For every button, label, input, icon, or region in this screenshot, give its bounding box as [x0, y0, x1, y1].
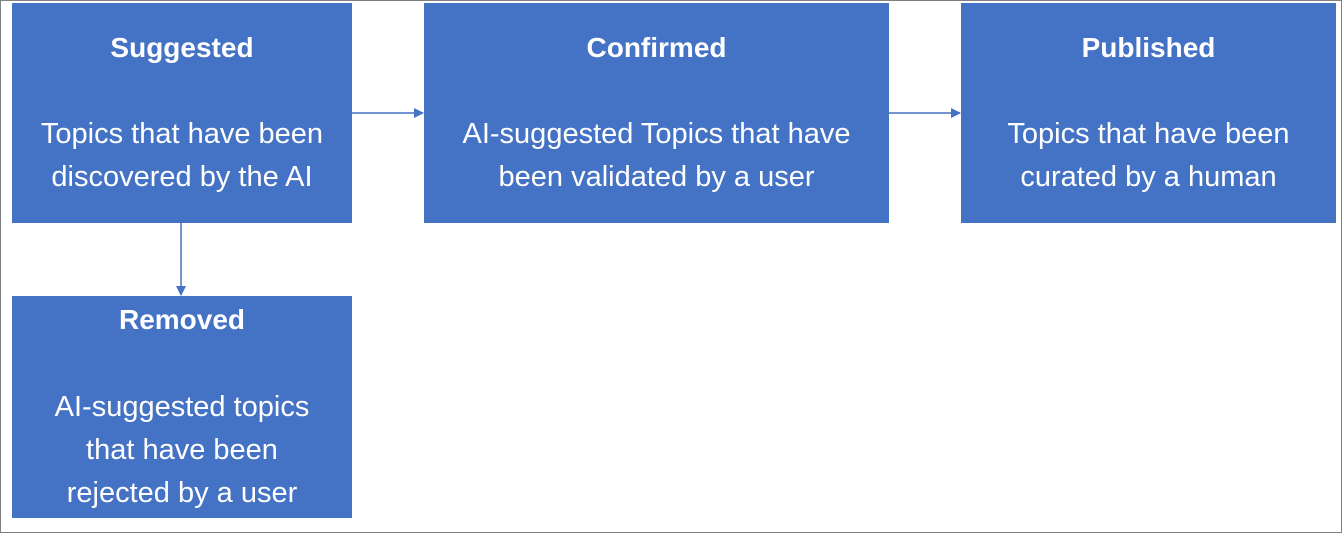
node-removed: Removed AI-suggested topics that have be…	[12, 296, 352, 518]
node-removed-line-3: rejected by a user	[66, 477, 298, 509]
node-suggested-line-2: discovered by the AI	[51, 161, 313, 193]
node-published-line-1: Topics that have been	[1007, 118, 1290, 150]
diagram-canvas: Suggested Topics that have been discover…	[0, 0, 1342, 533]
node-published: Published Topics that have been curated …	[961, 3, 1336, 223]
node-confirmed-line-2: been validated by a user	[498, 161, 815, 193]
node-suggested-description: Topics that have been discovered by the …	[12, 113, 352, 199]
node-removed-title: Removed	[118, 304, 246, 335]
node-confirmed: Confirmed AI-suggested Topics that have …	[424, 3, 889, 223]
node-removed-line-1: AI-suggested topics	[54, 391, 310, 423]
node-removed-line-2: that have been	[86, 434, 278, 466]
node-published-line-2: curated by a human	[1020, 161, 1277, 193]
node-suggested: Suggested Topics that have been discover…	[12, 3, 352, 223]
node-suggested-title: Suggested	[110, 32, 254, 63]
node-published-description: Topics that have been curated by a human	[961, 113, 1336, 199]
node-confirmed-line-1: AI-suggested Topics that have	[462, 118, 851, 150]
node-suggested-line-1: Topics that have been	[40, 118, 324, 150]
node-published-title: Published	[1081, 32, 1216, 63]
node-removed-description: AI-suggested topics that have been rejec…	[12, 386, 352, 515]
node-confirmed-title: Confirmed	[586, 32, 727, 63]
node-confirmed-description: AI-suggested Topics that have been valid…	[424, 113, 889, 199]
